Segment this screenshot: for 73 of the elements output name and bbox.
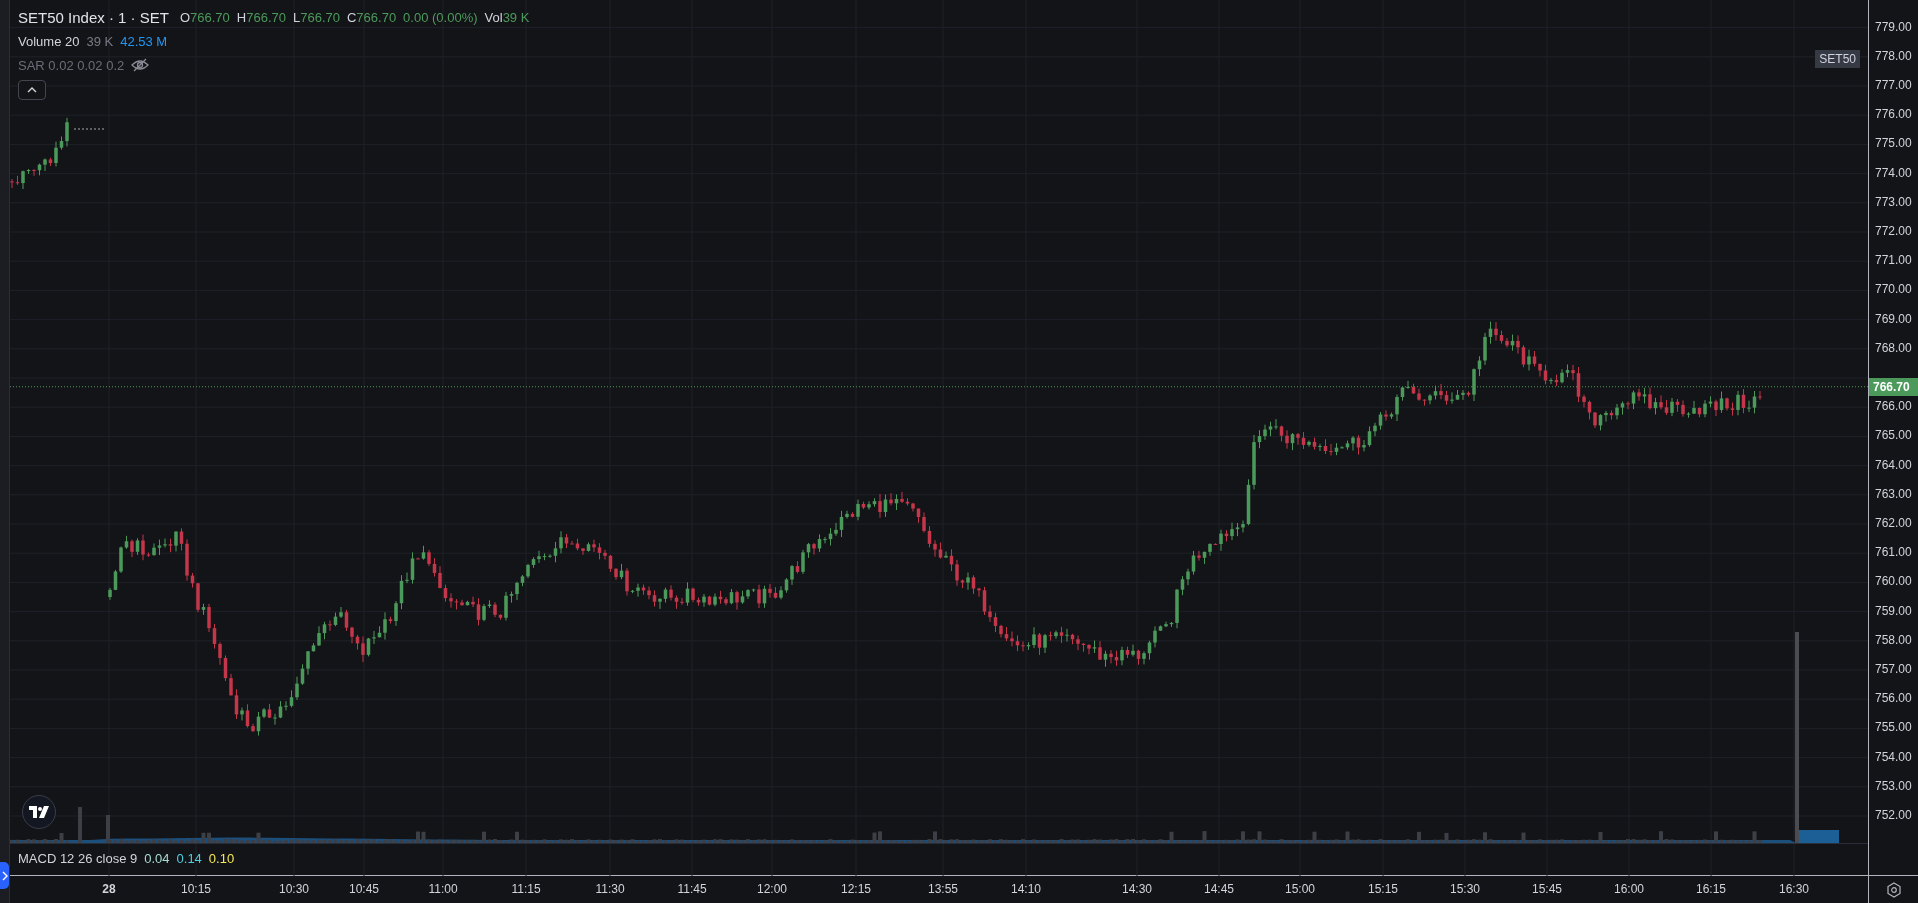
price-label: 765.00 <box>1875 428 1912 443</box>
time-label: 13:55 <box>928 882 958 896</box>
indicator-value: 39 K <box>86 33 114 49</box>
price-label: 766.00 <box>1875 399 1912 414</box>
ohlc-value: L766.70 <box>292 9 340 25</box>
time-label: 15:45 <box>1532 882 1562 896</box>
time-label: 11:15 <box>511 882 541 896</box>
price-label: 775.00 <box>1875 136 1912 151</box>
volume-value: Vol39 K <box>484 9 530 25</box>
price-change: 0.00 (0.00%) <box>403 9 478 25</box>
price-label: 771.00 <box>1875 253 1912 268</box>
time-label: 11:00 <box>428 882 458 896</box>
time-label: 28 <box>102 882 116 896</box>
chevron-up-icon <box>27 87 37 93</box>
price-label: 760.00 <box>1875 574 1912 589</box>
time-label: 10:15 <box>181 882 211 896</box>
last-price-tag: 766.70 <box>1869 377 1918 396</box>
collapse-legend-button[interactable] <box>18 80 46 100</box>
time-label: 12:15 <box>841 882 871 896</box>
price-label: 756.00 <box>1875 691 1912 706</box>
price-label: 773.00 <box>1875 194 1912 209</box>
time-label: 16:00 <box>1614 882 1644 896</box>
price-label: 772.00 <box>1875 224 1912 238</box>
indicator-name[interactable]: Volume 20 <box>18 33 80 49</box>
price-label: 779.00 <box>1875 19 1912 34</box>
indicator-value: 0.04 <box>144 851 170 866</box>
ohlc-value: H766.70 <box>236 9 286 25</box>
time-label: 10:30 <box>279 882 309 896</box>
time-label: 10:45 <box>349 882 379 896</box>
chevron-right-icon <box>1 870 8 881</box>
price-label: 768.00 <box>1875 340 1912 355</box>
price-label: 759.00 <box>1875 603 1912 618</box>
indicator-name[interactable]: MACD 12 26 close 9 <box>18 851 138 866</box>
price-label: 769.00 <box>1875 311 1912 326</box>
time-label: 16:15 <box>1696 882 1726 896</box>
price-label: 762.00 <box>1875 516 1912 530</box>
price-label: 757.00 <box>1875 662 1912 676</box>
symbol-tag: SET50 <box>1815 50 1860 68</box>
time-label: 15:30 <box>1450 882 1480 896</box>
price-label: 778.00 <box>1875 48 1912 63</box>
price-label: 752.00 <box>1875 808 1912 822</box>
ohlc-value: C766.70 <box>346 9 397 25</box>
ohlc-value: O766.70 <box>179 9 230 25</box>
price-label: 758.00 <box>1875 632 1912 647</box>
time-label: 15:15 <box>1368 882 1398 896</box>
price-label: 763.00 <box>1875 486 1912 501</box>
time-label: 15:00 <box>1285 882 1315 896</box>
price-label: 770.00 <box>1875 282 1912 297</box>
logo-icon[interactable] <box>22 795 56 829</box>
indicator-value: 0.14 <box>176 851 202 866</box>
volume-average-block <box>1799 830 1839 843</box>
price-label: 776.00 <box>1875 107 1912 122</box>
indicator-value: 0.10 <box>208 851 235 866</box>
symbol-title[interactable]: SET50 Index · 1 · SET <box>18 8 169 26</box>
time-label: 12:00 <box>757 882 787 896</box>
indicator-name[interactable]: SAR 0.02 0.02 0.2 <box>18 57 125 73</box>
time-label: 11:30 <box>595 882 625 896</box>
price-label: 774.00 <box>1875 165 1912 180</box>
eye-crossed-icon[interactable] <box>131 58 150 72</box>
settings-icon[interactable] <box>1885 881 1902 898</box>
time-label: 16:30 <box>1779 882 1809 896</box>
price-label: 754.00 <box>1875 749 1912 764</box>
panel-toggle-handle[interactable] <box>0 862 9 889</box>
price-label: 761.00 <box>1875 545 1912 560</box>
price-label: 755.00 <box>1875 720 1912 735</box>
indicator-value: 42.53 M <box>120 33 168 49</box>
price-label: 753.00 <box>1875 778 1912 793</box>
time-label: 11:45 <box>677 882 707 896</box>
price-label: 764.00 <box>1875 457 1912 472</box>
price-label: 777.00 <box>1875 78 1912 92</box>
time-label: 14:45 <box>1204 882 1234 896</box>
time-label: 14:30 <box>1122 882 1152 896</box>
time-label: 14:10 <box>1011 882 1041 896</box>
